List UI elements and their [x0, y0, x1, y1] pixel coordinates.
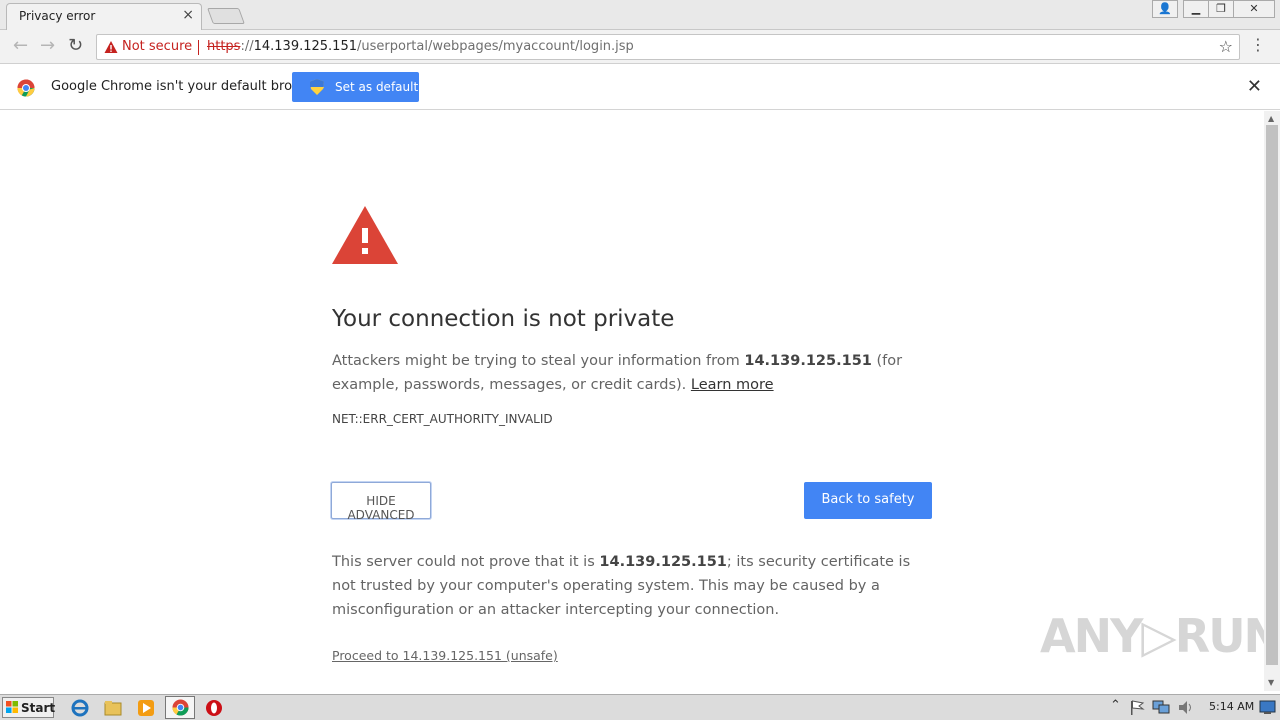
security-divider [198, 40, 199, 55]
windows-flag-icon [6, 701, 18, 713]
action-center-flag-icon[interactable] [1129, 700, 1145, 715]
url-path: /userportal/webpages/myaccount/login.jsp [357, 39, 634, 54]
certificate-explanation-host: 14.139.125.151 [599, 554, 727, 570]
not-secure-label[interactable]: Not secure [122, 39, 192, 54]
tab-strip: Privacy error × 👤 ▁ ❐ ✕ [0, 0, 1280, 30]
new-tab-button[interactable] [207, 8, 245, 24]
scroll-thumb[interactable] [1266, 125, 1278, 665]
set-as-default-label: Set as default [335, 80, 419, 94]
attack-warning-host: 14.139.125.151 [744, 353, 872, 369]
hide-advanced-label: HIDE ADVANCED [347, 494, 415, 522]
close-window-button[interactable]: ✕ [1233, 0, 1275, 18]
interstitial-page: Your connection is not private Attackers… [0, 111, 1280, 691]
warning-icon[interactable] [104, 40, 118, 54]
tab-title: Privacy error [19, 9, 96, 23]
forward-button[interactable]: → [40, 36, 55, 56]
infobar-message: Google Chrome isn't your default browser [51, 79, 323, 94]
learn-more-link[interactable]: Learn more [691, 377, 774, 393]
browser-toolbar: ← → ↻ Not secure https://14.139.125.151/… [0, 30, 1280, 64]
opera-icon[interactable] [204, 698, 224, 718]
attack-warning-intro: Attackers might be trying to steal your … [332, 353, 745, 369]
tab-privacy-error[interactable]: Privacy error × [6, 3, 202, 30]
taskbar-chrome-icon [172, 699, 189, 716]
media-player-icon[interactable] [136, 698, 156, 718]
chrome-logo-icon [17, 79, 35, 97]
url-separator: :// [240, 39, 254, 54]
proceed-unsafe-link[interactable]: Proceed to 14.139.125.151 (unsafe) [332, 648, 558, 663]
file-explorer-icon[interactable] [103, 698, 123, 718]
scroll-up-arrow-icon[interactable]: ▲ [1268, 114, 1274, 123]
anyrun-watermark: ANY▷RUN [1040, 609, 1280, 663]
reload-button[interactable]: ↻ [68, 36, 83, 56]
minimize-button[interactable]: ▁ [1183, 0, 1209, 18]
uac-shield-icon [310, 79, 324, 95]
page-heading: Your connection is not private [332, 306, 675, 332]
chrome-menu-icon[interactable]: ⋮ [1250, 36, 1266, 54]
start-label: Start [21, 701, 56, 715]
vertical-scrollbar[interactable]: ▲ ▼ [1264, 111, 1280, 691]
address-bar[interactable]: Not secure https://14.139.125.151/userpo… [96, 34, 1240, 60]
internet-explorer-icon[interactable] [70, 698, 90, 718]
back-to-safety-label: Back to safety [821, 492, 915, 507]
tray-overflow-icon[interactable]: ⌃ [1110, 698, 1121, 713]
volume-icon[interactable] [1177, 699, 1195, 716]
back-button[interactable]: ← [13, 36, 28, 56]
bookmark-star-icon[interactable]: ☆ [1219, 37, 1233, 56]
restore-button[interactable]: ❐ [1208, 0, 1234, 18]
danger-triangle-icon [332, 206, 398, 264]
error-code: NET::ERR_CERT_AUTHORITY_INVALID [332, 412, 553, 426]
network-icon[interactable] [1152, 699, 1170, 716]
set-as-default-button[interactable]: Set as default [292, 72, 419, 102]
hide-advanced-button[interactable]: HIDE ADVANCED [331, 482, 431, 522]
certificate-explanation-intro: This server could not prove that it is [332, 554, 600, 570]
scroll-down-arrow-icon[interactable]: ▼ [1268, 678, 1274, 687]
back-to-safety-button[interactable]: Back to safety [804, 482, 932, 519]
tab-close-icon[interactable]: × [182, 7, 194, 23]
url-host: 14.139.125.151 [253, 39, 357, 54]
default-browser-infobar: Google Chrome isn't your default browser… [0, 65, 1280, 110]
start-button[interactable]: Start [2, 697, 56, 718]
url-scheme: https [207, 39, 241, 54]
taskbar-chrome-button[interactable] [165, 696, 195, 719]
show-desktop-icon[interactable] [1259, 700, 1276, 715]
infobar-close-icon[interactable]: ✕ [1247, 76, 1262, 97]
user-profile-icon[interactable]: 👤 [1152, 0, 1178, 18]
url-text[interactable]: https://14.139.125.151/userportal/webpag… [207, 39, 634, 54]
windows-taskbar: Start ⌃ 5:14 AM [0, 694, 1280, 720]
certificate-explanation: This server could not prove that it is 1… [332, 550, 932, 622]
attack-warning-text: Attackers might be trying to steal your … [332, 349, 932, 397]
taskbar-clock[interactable]: 5:14 AM [1209, 700, 1254, 713]
